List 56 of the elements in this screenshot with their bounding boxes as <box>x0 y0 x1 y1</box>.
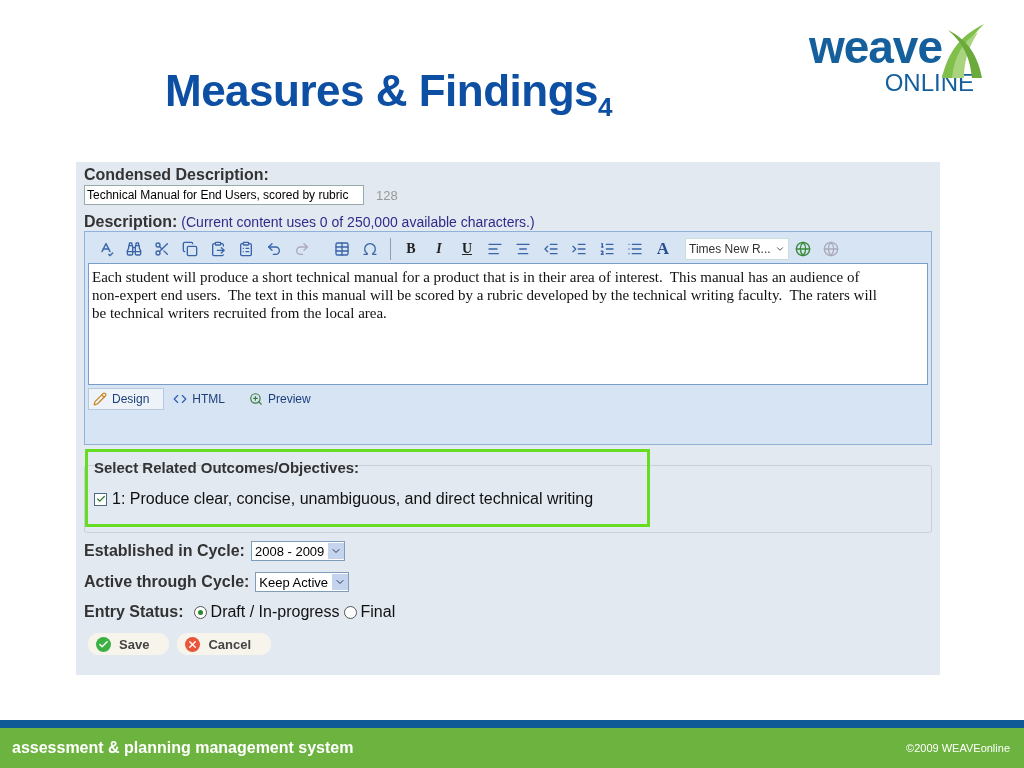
condensed-description-field[interactable]: Technical Manual for End Users, scored by rubric <box>84 185 364 205</box>
align-center-icon <box>515 241 531 257</box>
paste-word-icon <box>238 241 254 257</box>
field-label: Description: <box>84 213 178 231</box>
cancel-button[interactable]: Cancel <box>177 633 271 655</box>
character-count: 128 <box>376 187 398 203</box>
undo-icon <box>266 241 282 257</box>
spellcheck-icon <box>98 241 114 257</box>
table-icon <box>334 241 350 257</box>
caret-icon <box>775 244 785 254</box>
character-usage-note: (Current content uses 0 of 250,000 available characters.) <box>181 214 535 230</box>
fieldset-legend: Select Related Outcomes/Objectives: <box>94 459 594 476</box>
code-icon <box>173 392 188 406</box>
editor-text[interactable]: Each student will produce a short technical manual for a product that is in their area of interest. This manual has an audience of non-expert end users. The text in this manual will be scored by a rubric developed by the technical writing faculty. The raters will be technical writers recruited from the local area. <box>88 263 928 385</box>
font-color-button[interactable]: A <box>649 237 677 261</box>
format-button[interactable]: B <box>397 237 425 261</box>
paste-icon <box>210 241 226 257</box>
radio-label: Final <box>360 603 396 621</box>
globe-icon <box>823 241 839 257</box>
save-button[interactable]: Save <box>88 633 170 655</box>
globe-icon <box>795 241 811 257</box>
copy-icon <box>182 241 198 257</box>
omega-icon <box>362 241 378 257</box>
cycle-dropdown[interactable]: Keep Active <box>255 572 349 592</box>
bullet-list-icon <box>627 241 643 257</box>
check-icon <box>96 636 111 652</box>
indent-icon <box>571 241 587 257</box>
copyright-notice: ©2009 WEAVEonline <box>906 742 1010 754</box>
close-icon <box>185 636 201 652</box>
cut-icon <box>154 241 170 257</box>
cycle-dropdown[interactable]: 2008 - 2009 <box>250 541 346 561</box>
format-button[interactable]: U <box>453 237 481 261</box>
radio-button[interactable] <box>193 605 207 619</box>
field-label: Entry Status: <box>84 603 184 621</box>
slide-title: Measures & Findings$_{4}$ <box>165 66 612 123</box>
radio-label: Draft / In-progress <box>210 603 340 621</box>
field-label: Active through Cycle: <box>84 573 250 591</box>
field-label: Established in Cycle: <box>84 542 245 560</box>
outcome-label: 1: Produce clear, concise, unambiguous, and direct technical writing <box>112 490 594 508</box>
binoculars-icon <box>126 241 142 257</box>
footer-tagline: assessment & planning management system <box>12 739 354 757</box>
editor-mode-tab[interactable]: HTML <box>168 388 241 410</box>
checkbox[interactable] <box>94 492 107 506</box>
format-button[interactable]: I <box>425 237 453 261</box>
redo-icon <box>294 241 310 257</box>
font-dropdown[interactable]: Times New R... <box>685 238 789 260</box>
editor-mode-tab[interactable]: Preview <box>244 388 326 410</box>
pencil-icon <box>93 392 107 406</box>
logo-wordmark: weave <box>808 24 942 70</box>
field-label: Condensed Description: <box>84 166 270 184</box>
editor-mode-tab[interactable]: Design <box>88 388 165 410</box>
radio-button[interactable] <box>343 605 357 619</box>
outdent-icon <box>543 241 559 257</box>
align-left-icon <box>487 241 503 257</box>
magnifier-icon <box>249 392 264 406</box>
numbered-list-icon <box>599 241 615 257</box>
